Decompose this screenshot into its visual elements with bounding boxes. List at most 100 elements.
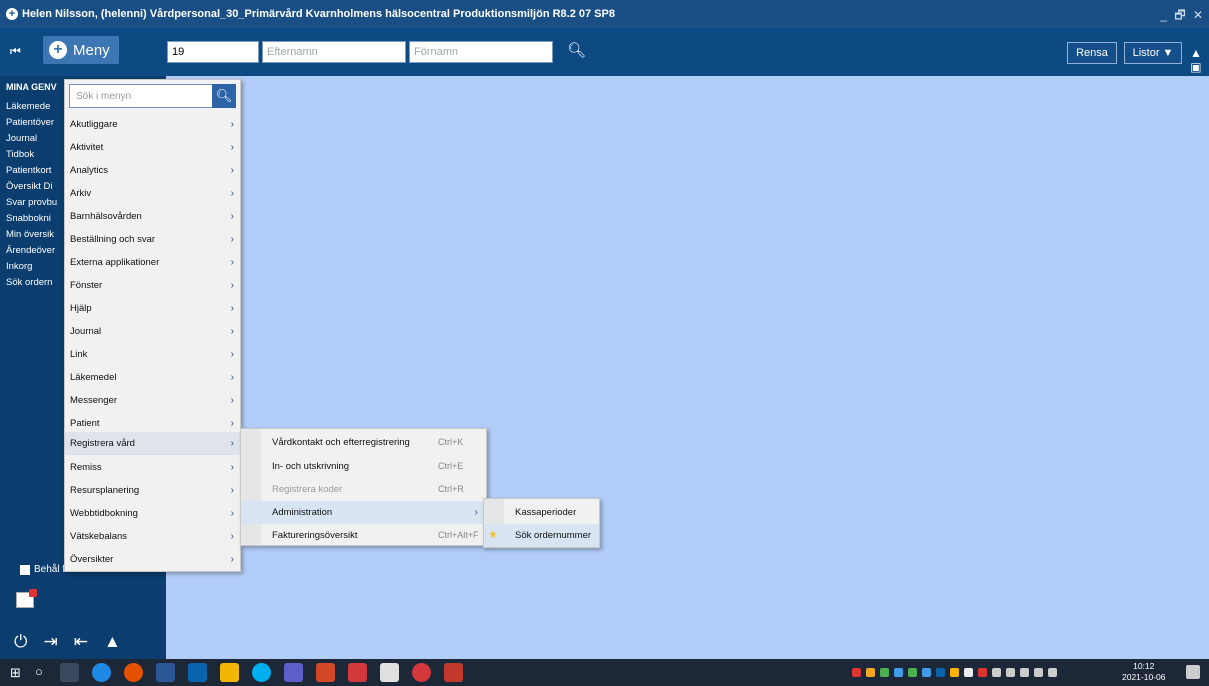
menu-item[interactable]: Remiss › xyxy=(65,456,240,479)
task-view-icon[interactable] xyxy=(60,663,79,682)
menu-item-label: Link xyxy=(70,349,88,360)
submenu-item[interactable]: Kassaperioder xyxy=(484,501,599,524)
rensa-button[interactable]: Rensa xyxy=(1067,42,1117,64)
submenu-item-label: Registrera koder xyxy=(272,484,343,495)
favorites-title: MINA GENV xyxy=(6,82,57,92)
powerpoint-icon[interactable] xyxy=(316,663,335,682)
tray-icon[interactable] xyxy=(978,668,987,677)
tray-icon[interactable] xyxy=(964,668,973,677)
chevron-right-icon: › xyxy=(230,257,234,268)
tray-icon[interactable] xyxy=(950,668,959,677)
sidebar-item[interactable]: Svar provbu xyxy=(6,195,57,211)
sidebar-item[interactable]: Min översik xyxy=(6,227,57,243)
mail-icon[interactable] xyxy=(16,589,37,608)
menu-item[interactable]: Resursplanering › xyxy=(65,479,240,502)
submenu-item-sok-ordernummer[interactable]: ★ Sök ordernummer xyxy=(484,524,599,547)
sidebar-item[interactable]: Inkorg xyxy=(6,259,57,275)
chevron-right-icon: › xyxy=(230,485,234,496)
submenu-item[interactable]: Vårdkontakt och efterregistrering Ctrl+K xyxy=(241,431,486,454)
sidebar-item[interactable]: Läkemede xyxy=(6,99,57,115)
tray-icon[interactable] xyxy=(852,668,861,677)
battery-icon[interactable] xyxy=(1048,668,1057,677)
menu-item[interactable]: Akutliggare › xyxy=(65,113,240,136)
submenu-item-administration[interactable]: Administration › xyxy=(241,501,486,524)
first-page-icon[interactable]: ⏮ xyxy=(10,44,21,59)
tray-icon[interactable] xyxy=(866,668,875,677)
search-icon[interactable]: ○ xyxy=(35,664,43,679)
sidebar-item[interactable]: Tidbok xyxy=(6,147,57,163)
photos-icon[interactable] xyxy=(380,663,399,682)
personnummer-input[interactable] xyxy=(167,41,259,63)
fornamn-input[interactable] xyxy=(409,41,553,63)
meny-button[interactable]: + Meny xyxy=(43,36,119,64)
sidebar-item[interactable]: Ärendeöver xyxy=(6,243,57,259)
firefox-icon[interactable] xyxy=(124,663,143,682)
chevron-up-icon[interactable] xyxy=(992,668,1001,677)
menu-item[interactable]: Läkemedel › xyxy=(65,366,240,389)
efternamn-input[interactable] xyxy=(262,41,406,63)
bluetooth-icon[interactable] xyxy=(922,668,931,677)
menu-item[interactable]: Barnhälsovården › xyxy=(65,205,240,228)
menu-item[interactable]: Aktivitet › xyxy=(65,136,240,159)
volume-icon[interactable] xyxy=(1020,668,1029,677)
network-icon[interactable] xyxy=(1006,668,1015,677)
menu-item[interactable]: Messenger › xyxy=(65,389,240,412)
sidebar-item[interactable]: Snabbokni xyxy=(6,211,57,227)
search-icon[interactable]: 🔍︎ xyxy=(212,84,236,108)
menu-item[interactable]: Externa applikationer › xyxy=(65,251,240,274)
power-icon[interactable]: ⏻ xyxy=(14,632,27,652)
outlook-icon[interactable] xyxy=(188,663,207,682)
shortcut-label: Ctrl+R xyxy=(438,484,464,494)
chevron-right-icon: › xyxy=(230,395,234,406)
menu-item[interactable]: Journal › xyxy=(65,320,240,343)
submenu-administration: Kassaperioder ★ Sök ordernummer xyxy=(483,498,600,548)
edge-browser-icon[interactable] xyxy=(92,663,111,682)
word-icon[interactable] xyxy=(156,663,175,682)
switch-user-icon[interactable]: ⇤ xyxy=(74,632,88,652)
teams-icon[interactable] xyxy=(284,663,303,682)
app-icon-round[interactable] xyxy=(412,663,431,682)
clock[interactable]: 10:12 2021-10-06 xyxy=(1122,661,1165,683)
menu-search-input[interactable] xyxy=(70,85,210,107)
window-controls[interactable]: _ 🗗 ✕ xyxy=(1160,6,1205,27)
menu-item[interactable]: Vätskebalans › xyxy=(65,525,240,548)
menu-item-registrera-vard[interactable]: Registrera vård › xyxy=(65,432,240,455)
menu-item[interactable]: Link › xyxy=(65,343,240,366)
windows-start-icon[interactable]: ⊞ xyxy=(10,665,21,681)
listor-button[interactable]: Listor ▼ xyxy=(1124,42,1182,64)
menu-item[interactable]: Arkiv › xyxy=(65,182,240,205)
tray-icon[interactable] xyxy=(894,668,903,677)
menu-search: 🔍︎ xyxy=(69,84,236,108)
menu-item[interactable]: Fönster › xyxy=(65,274,240,297)
tray-icon[interactable] xyxy=(880,668,889,677)
submenu-item-label: Faktureringsöversikt xyxy=(272,530,358,541)
tray-icon[interactable] xyxy=(936,668,945,677)
menu-item[interactable]: Beställning och svar › xyxy=(65,228,240,251)
menu-item[interactable]: Analytics › xyxy=(65,159,240,182)
favorites-list: Läkemede Patientöver Journal Tidbok Pati… xyxy=(6,99,57,291)
notification-icon[interactable] xyxy=(1186,665,1200,679)
user-icon[interactable]: ▲ ▣ xyxy=(1190,46,1202,74)
keyboard-icon[interactable] xyxy=(1034,668,1043,677)
sidebar-item[interactable]: Patientöver xyxy=(6,115,57,131)
submenu-item[interactable]: In- och utskrivning Ctrl+E xyxy=(241,455,486,478)
menu-item[interactable]: Översikter › xyxy=(65,548,240,571)
app-icon-cosmic[interactable] xyxy=(444,663,463,682)
logout-icon[interactable]: ⇥ xyxy=(43,632,57,652)
submenu-item-label: Administration xyxy=(272,507,333,518)
sidebar-item[interactable]: Sök ordern xyxy=(6,275,57,291)
app-icon-red[interactable] xyxy=(348,663,367,682)
skype-icon[interactable] xyxy=(252,663,271,682)
menu-item[interactable]: Hjälp › xyxy=(65,297,240,320)
lock-icon[interactable]: ▲ xyxy=(104,632,121,652)
sidebar-item[interactable]: Patientkort xyxy=(6,163,57,179)
menu-item[interactable]: Webbtidbokning › xyxy=(65,502,240,525)
sidebar-item[interactable]: Journal xyxy=(6,131,57,147)
file-explorer-icon[interactable] xyxy=(220,663,239,682)
sidebar-item[interactable]: Översikt Di xyxy=(6,179,57,195)
chevron-right-icon: › xyxy=(230,303,234,314)
tray-icon[interactable] xyxy=(908,668,917,677)
windows-taskbar: ⊞ ○ 10:12 2021-10-06 xyxy=(0,659,1209,686)
submenu-item[interactable]: Faktureringsöversikt Ctrl+Alt+F xyxy=(241,524,486,547)
search-icon[interactable]: 🔍︎ xyxy=(567,41,586,59)
